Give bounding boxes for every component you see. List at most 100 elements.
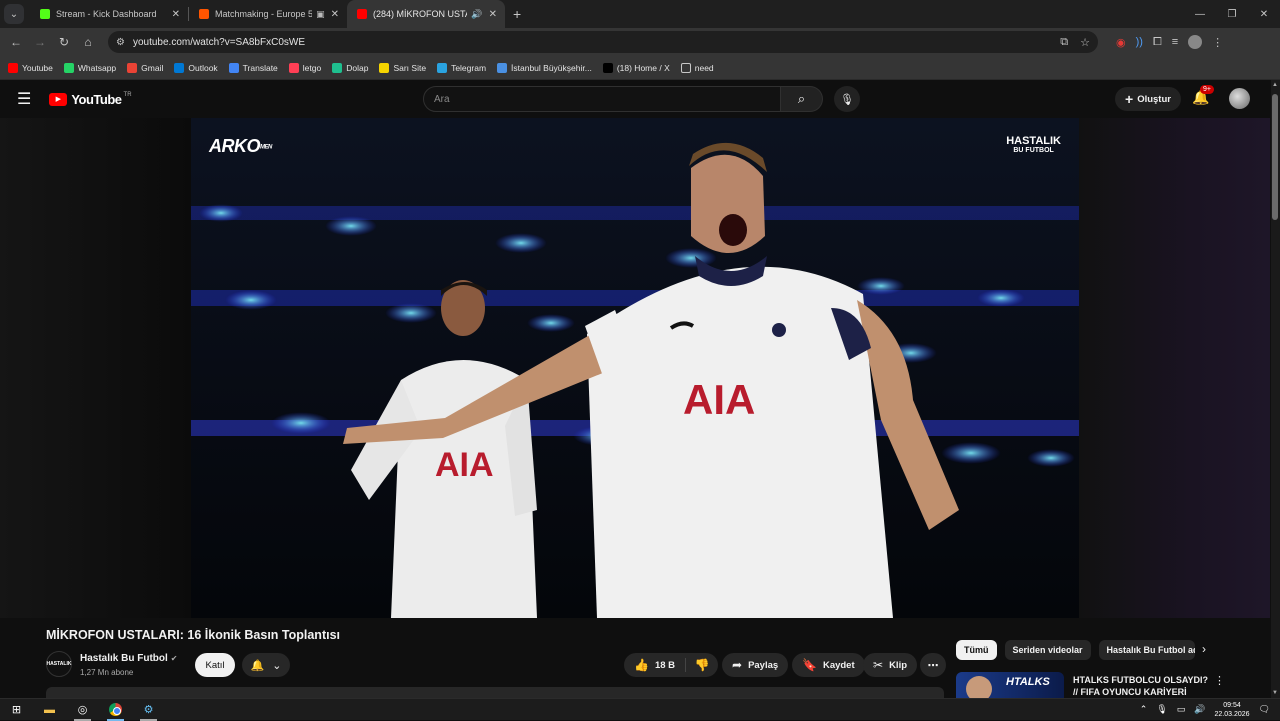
subscription-bell-button[interactable]: 🔔 ⌄ xyxy=(242,653,290,677)
profile-avatar[interactable] xyxy=(1188,35,1203,49)
search-icon[interactable]: ⌕ xyxy=(781,86,823,112)
more-actions-button[interactable]: ⋯ xyxy=(920,653,946,677)
bookmark-item[interactable]: need xyxy=(680,62,714,73)
bookmark-star-icon[interactable]: ☆ xyxy=(1080,36,1090,49)
hamburger-menu-icon[interactable]: ☰ xyxy=(17,89,31,109)
tray-microphone-icon[interactable]: 🎙 xyxy=(1156,704,1167,715)
kick-favicon-icon xyxy=(40,9,50,19)
microphone-icon[interactable]: 🎙 xyxy=(834,86,860,112)
system-tray: ⌃ 🎙 ▭ 🔊 09:54 22.03.2026 🗨 xyxy=(1140,701,1280,719)
account-avatar[interactable] xyxy=(1229,88,1250,109)
chip-channel-videos[interactable]: Hastalık Bu Futbol adlı xyxy=(1098,640,1195,660)
dislike-button[interactable]: 👎 xyxy=(686,658,718,672)
close-tab-icon[interactable]: ✕ xyxy=(331,9,339,20)
new-tab-button[interactable]: + xyxy=(513,6,521,22)
channel-avatar[interactable]: HASTALIK xyxy=(46,651,72,677)
extensions-puzzle-icon[interactable]: ⧠ xyxy=(1153,36,1162,49)
channel-name-text: Hastalık Bu Futbol xyxy=(80,653,168,664)
page-scrollbar[interactable]: ▲ ▼ xyxy=(1271,80,1280,698)
site-info-icon[interactable]: ⚙ xyxy=(116,37,125,48)
close-tab-icon[interactable]: ✕ xyxy=(172,9,180,20)
tab-matchmaking[interactable]: Matchmaking - Europe 5v5 ▣ ✕ xyxy=(189,0,347,28)
youtube-logo[interactable]: ▶ YouTube TR xyxy=(49,92,132,107)
bookmark-item[interactable]: Sarı Site xyxy=(379,62,426,73)
tray-volume-icon[interactable]: 🔊 xyxy=(1194,704,1205,715)
reload-icon[interactable]: ↻ xyxy=(52,35,76,49)
recommended-video-title[interactable]: HTALKS FUTBOLCU OLSAYDI? // FIFA OYUNCU … xyxy=(1073,674,1208,698)
chevron-right-icon[interactable]: › xyxy=(1202,642,1206,656)
chevron-down-icon: ⌄ xyxy=(272,659,282,672)
back-icon[interactable]: ← xyxy=(4,35,28,49)
recommended-video-thumbnail[interactable]: HTALKS xyxy=(956,672,1064,698)
windows-start-icon[interactable]: ⊞ xyxy=(0,699,33,721)
create-button[interactable]: + Oluştur xyxy=(1115,87,1181,111)
notifications-bell-icon[interactable]: 🔔 9+ xyxy=(1192,85,1214,106)
bookmark-item[interactable]: Outlook xyxy=(174,62,218,73)
bookmark-item[interactable]: Youtube xyxy=(8,62,53,73)
bookmark-item[interactable]: Telegram xyxy=(437,62,487,73)
save-label: Kaydet xyxy=(822,659,855,671)
bookmark-label: Telegram xyxy=(451,62,487,73)
share-button[interactable]: ➦ Paylaş xyxy=(722,653,789,677)
bookmarks-bar: Youtube Whatsapp Gmail Outlook Translate letg… xyxy=(0,56,1280,80)
address-bar[interactable]: ⚙ youtube.com/watch?v=SA8bFxC0sWE ⧉ ☆ xyxy=(108,31,1098,53)
bookmark-favicon-icon xyxy=(437,62,448,73)
menu-kebab-icon[interactable]: ⋮ xyxy=(1212,36,1223,49)
tab-search-button[interactable]: ⌄ xyxy=(4,4,24,24)
bookmark-item[interactable]: letgo xyxy=(288,62,321,73)
taskbar-clock[interactable]: 09:54 22.03.2026 xyxy=(1215,701,1250,719)
bookmark-item[interactable]: Translate xyxy=(228,62,278,73)
bookmark-item[interactable]: Gmail xyxy=(127,62,163,73)
steam-icon[interactable]: ⚙ xyxy=(132,699,165,721)
audio-playing-icon[interactable]: 🔊 xyxy=(471,9,482,20)
scroll-down-icon[interactable]: ▼ xyxy=(1272,690,1278,696)
tray-network-icon[interactable]: ▭ xyxy=(1177,704,1186,715)
chip-series-videos[interactable]: Seriden videolar xyxy=(1004,640,1091,660)
scrollbar-thumb[interactable] xyxy=(1272,94,1278,220)
obs-studio-icon[interactable]: ◎ xyxy=(66,699,99,721)
search-input[interactable]: Ara xyxy=(423,86,781,112)
clock-date: 22.03.2026 xyxy=(1214,710,1250,718)
channel-name[interactable]: Hastalık Bu Futbol ✔ xyxy=(80,653,178,664)
notification-center-icon[interactable]: 🗨 xyxy=(1259,704,1270,715)
extension-blue-icon[interactable]: )) xyxy=(1136,36,1143,48)
bell-icon: 🔔 xyxy=(250,659,265,672)
tab-title: (284) MİKROFON USTALAR xyxy=(373,9,467,19)
chrome-taskbar-icon[interactable] xyxy=(99,699,132,721)
install-app-icon[interactable]: ⧉ xyxy=(1060,36,1068,49)
bookmark-icon: 🔖 xyxy=(802,658,817,672)
chip-all[interactable]: Tümü xyxy=(956,640,997,660)
join-button[interactable]: Katıl xyxy=(195,653,235,677)
restore-icon[interactable]: ❐ xyxy=(1216,9,1248,20)
bookmark-favicon-icon xyxy=(127,62,138,73)
home-icon[interactable]: ⌂ xyxy=(76,35,100,49)
tray-chevron-up-icon[interactable]: ⌃ xyxy=(1140,704,1148,715)
thumbnail-text: HTALKS xyxy=(1006,676,1050,688)
tab-youtube-active[interactable]: (284) MİKROFON USTALAR 🔊 ✕ xyxy=(347,0,505,28)
reading-list-icon[interactable]: ≡ xyxy=(1172,36,1178,48)
recommended-more-icon[interactable]: ⋮ xyxy=(1214,674,1225,687)
clip-button[interactable]: ✂ Klip xyxy=(863,653,918,677)
bookmark-favicon-icon xyxy=(8,62,18,73)
bookmark-label: Outlook xyxy=(188,62,218,73)
like-button[interactable]: 👍 18 B xyxy=(624,658,686,672)
more-horizontal-icon: ⋯ xyxy=(927,659,939,672)
close-tab-icon[interactable]: ✕ xyxy=(489,9,497,20)
bookmark-item[interactable]: Whatsapp xyxy=(63,62,116,73)
video-frame: AIA AIA xyxy=(191,118,1079,618)
video-player[interactable]: AIA AIA ARKOMEN HASTALIK BU FUTBOL xyxy=(191,118,1079,618)
bookmark-item[interactable]: (18) Home / X xyxy=(602,62,670,73)
minimize-icon[interactable]: — xyxy=(1184,9,1216,20)
close-window-icon[interactable]: ✕ xyxy=(1248,9,1280,20)
file-explorer-icon[interactable]: ▬ xyxy=(33,699,66,721)
bookmark-item[interactable]: İstanbul Büyükşehir... xyxy=(497,62,592,73)
bookmark-favicon-icon xyxy=(63,62,74,73)
save-button[interactable]: 🔖 Kaydet xyxy=(792,653,865,677)
forward-icon[interactable]: → xyxy=(28,35,52,49)
extension-red-icon[interactable]: ◉ xyxy=(1116,36,1126,49)
tab-kick-dashboard[interactable]: Stream - Kick Dashboard ✕ xyxy=(30,0,188,28)
bookmark-label: Dolap xyxy=(346,62,369,73)
scroll-up-icon[interactable]: ▲ xyxy=(1272,82,1278,88)
bookmark-item[interactable]: Dolap xyxy=(332,62,369,73)
bookmark-label: (18) Home / X xyxy=(616,62,670,73)
